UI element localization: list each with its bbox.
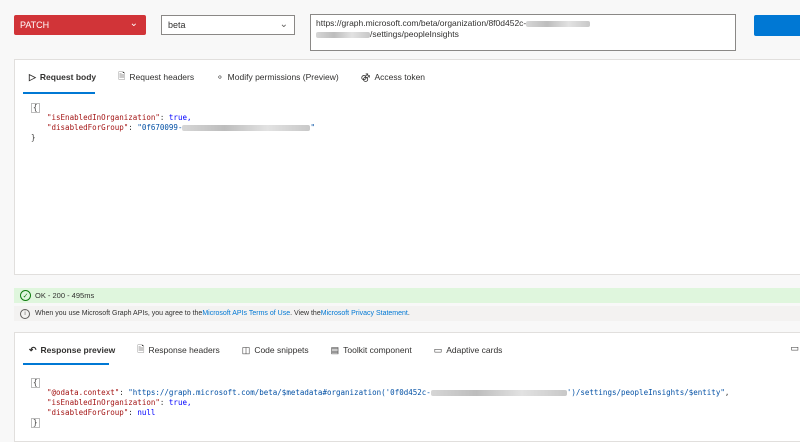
url-line-1: https://graph.microsoft.com/beta/organiz… (316, 18, 730, 29)
active-tab-indicator (23, 92, 95, 94)
api-version-dropdown[interactable]: beta ⌄ (161, 15, 295, 35)
json-value: null (137, 408, 156, 417)
notice-text: . View the (290, 310, 321, 317)
http-method-value: PATCH (20, 20, 50, 30)
run-query-button[interactable] (754, 15, 800, 36)
json-value: "0f670099- (137, 123, 183, 132)
json-value: true, (168, 113, 192, 122)
close-brace: } (31, 133, 36, 142)
api-version-value: beta (168, 20, 186, 30)
json-value: true, (168, 398, 192, 407)
notice-text: . (407, 310, 410, 317)
terms-notice: i When you use Microsoft Graph APIs, you… (14, 306, 800, 321)
tab-request-body[interactable]: ▷ Request body (23, 70, 102, 84)
tab-code-snippets[interactable]: ◫ Code snippets (236, 343, 315, 357)
privacy-statement-link[interactable]: Microsoft Privacy Statement (321, 310, 408, 317)
chevron-down-icon: ⌄ (279, 19, 288, 30)
reply-icon: ↶ (29, 344, 37, 355)
tab-label: Response preview (40, 345, 116, 355)
request-tabs: ▷ Request body 🗎 Request headers ⚬ Modif… (23, 70, 441, 84)
open-brace: { (31, 103, 40, 113)
json-value-end: ')/settings/peopleInsights/$entity" (566, 388, 725, 397)
json-value: "https://graph.microsoft.com/beta/$metad… (128, 388, 431, 397)
status-text: OK - 200 - 495ms (35, 291, 95, 300)
document-icon: 🗎 (118, 71, 126, 81)
tab-label: Modify permissions (Preview) (227, 72, 339, 82)
url-line-2: /settings/peopleInsights (316, 29, 730, 40)
request-panel: ▷ Request body 🗎 Request headers ⚬ Modif… (14, 59, 800, 275)
redacted-text (430, 390, 567, 396)
json-key: "disabledForGroup" (47, 408, 129, 417)
json-key: "isEnabledInOrganization" (47, 398, 160, 407)
open-brace: { (31, 378, 40, 388)
json-value-end: " (310, 123, 315, 132)
info-icon: i (20, 308, 30, 319)
json-key: "disabledForGroup" (47, 123, 129, 132)
tab-label: Adaptive cards (446, 345, 503, 355)
tab-request-headers[interactable]: 🗎 Request headers (112, 70, 200, 84)
chevron-down-icon: ⌄ (129, 18, 138, 29)
url-text-prefix: https://graph.microsoft.com/beta/organiz… (316, 18, 527, 28)
tab-response-preview[interactable]: ↶ Response preview (23, 343, 121, 357)
tab-label: Toolkit component (343, 345, 412, 355)
response-panel: ↶ Response preview 🗎 Response headers ◫ … (14, 332, 800, 442)
status-bar: ✓ OK - 200 - 495ms (14, 288, 800, 303)
toolkit-icon: ▤ (330, 344, 340, 355)
active-tab-indicator (23, 363, 109, 365)
card-icon: ▭ (433, 344, 443, 355)
tab-label: Request headers (129, 72, 195, 82)
redacted-text (182, 125, 311, 131)
redacted-text (526, 20, 591, 27)
response-tabs: ↶ Response preview 🗎 Response headers ◫ … (23, 343, 518, 357)
json-comma: , (724, 388, 730, 397)
tab-access-token[interactable]: ⚣ Access token (355, 70, 431, 84)
redacted-text (316, 31, 370, 38)
notice-text: When you use Microsoft Graph APIs, you a… (35, 310, 203, 317)
tab-modify-permissions[interactable]: ⚬ Modify permissions (Preview) (210, 70, 345, 84)
tab-label: Access token (374, 72, 426, 82)
lock-shield-icon: ⚬ (216, 71, 224, 82)
request-body-editor[interactable]: { "isEnabledInOrganization": true, "disa… (31, 103, 315, 143)
json-key: "isEnabledInOrganization" (47, 113, 160, 122)
check-circle-icon: ✓ (20, 290, 31, 301)
response-body-viewer: { "@odata.context": "https://graph.micro… (31, 378, 730, 428)
key-icon: ⚣ (360, 71, 371, 82)
http-method-dropdown[interactable]: PATCH ⌄ (14, 15, 146, 35)
close-brace: } (31, 418, 40, 428)
expand-icon[interactable]: ▭ (790, 343, 799, 354)
tab-adaptive-cards[interactable]: ▭ Adaptive cards (428, 343, 509, 357)
request-url-input[interactable]: https://graph.microsoft.com/beta/organiz… (310, 14, 736, 51)
url-text-suffix: /settings/peopleInsights (370, 29, 459, 39)
tab-response-headers[interactable]: 🗎 Response headers (131, 343, 226, 357)
tab-label: Code snippets (254, 345, 309, 355)
code-icon: ◫ (241, 344, 251, 355)
tab-label: Response headers (148, 345, 220, 355)
terms-of-use-link[interactable]: Microsoft APIs Terms of Use (202, 310, 290, 317)
tab-toolkit-component[interactable]: ▤ Toolkit component (325, 343, 418, 357)
json-key: "@odata.context" (47, 388, 120, 397)
document-icon: 🗎 (137, 344, 145, 354)
send-icon: ▷ (29, 71, 36, 82)
tab-label: Request body (39, 72, 97, 82)
